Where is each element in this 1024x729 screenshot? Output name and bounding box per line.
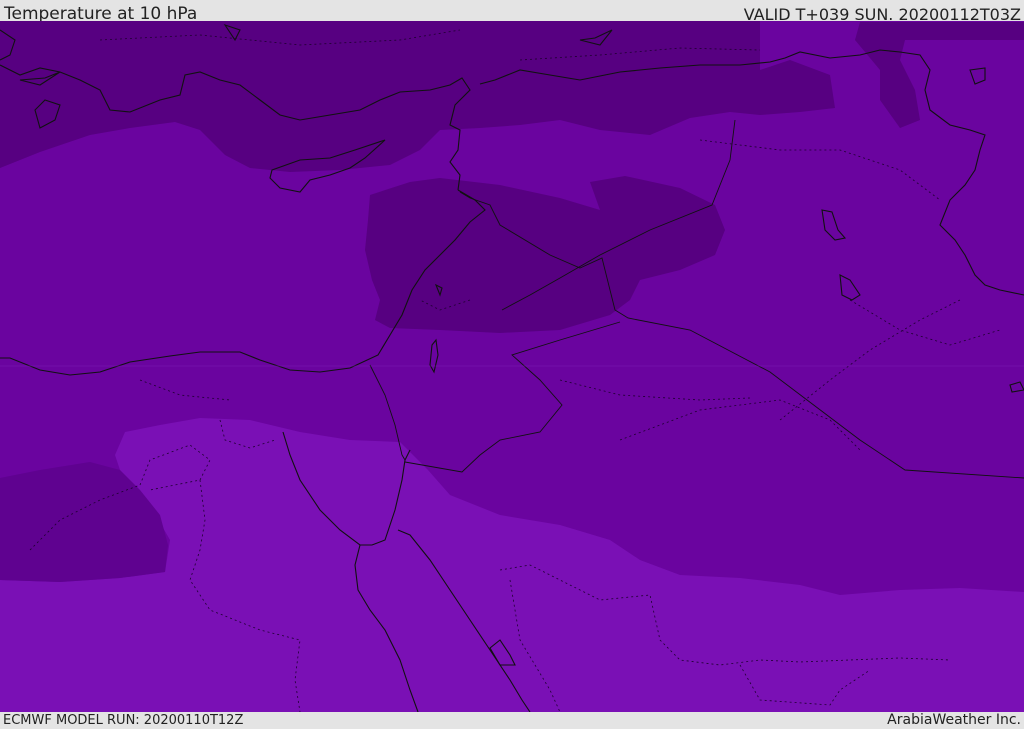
temperature-map[interactable]	[0, 21, 1024, 712]
credit-label: ArabiaWeather Inc.	[887, 712, 1021, 728]
footer-bar: ECMWF MODEL RUN: 20200110T12Z ArabiaWeat…	[0, 712, 1024, 729]
map-canvas	[0, 21, 1024, 712]
model-run-label: ECMWF MODEL RUN: 20200110T12Z	[3, 713, 244, 728]
header-bar: Temperature at 10 hPa VALID T+039 SUN. 2…	[0, 0, 1024, 24]
